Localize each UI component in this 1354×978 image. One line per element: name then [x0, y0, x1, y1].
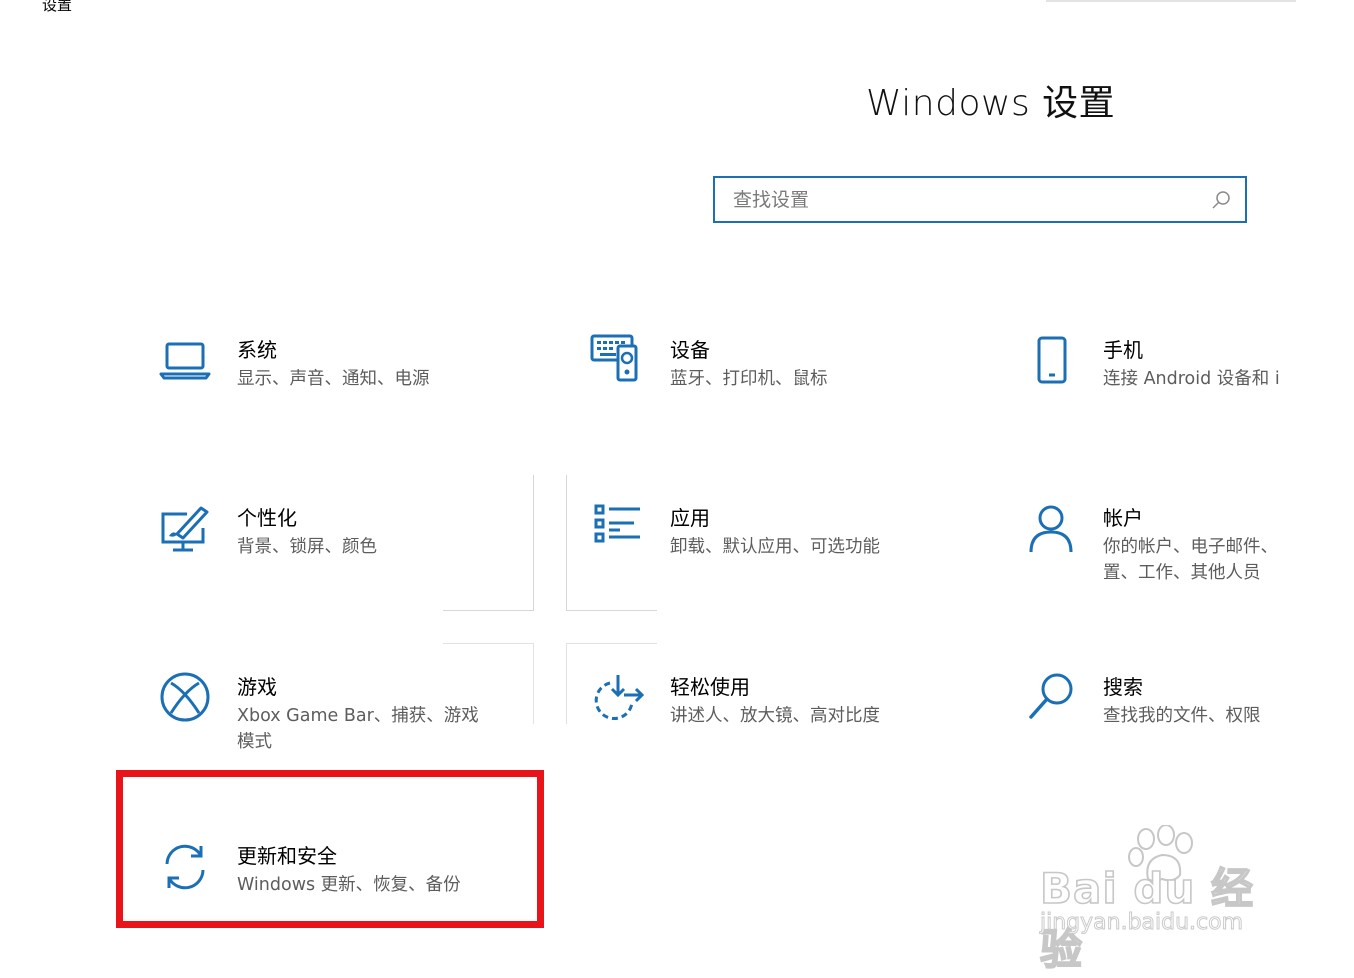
- tile-system[interactable]: 系统 显示、声音、通知、电源: [137, 322, 547, 472]
- apps-icon: [590, 500, 646, 556]
- xbox-icon: [157, 669, 213, 725]
- tile-title: 游戏: [237, 675, 277, 699]
- search-icon[interactable]: [1203, 182, 1239, 218]
- tile-title: 搜索: [1103, 675, 1143, 699]
- tile-title: 帐户: [1103, 506, 1143, 530]
- devices-icon: [590, 332, 646, 388]
- tile-subtitle: 背景、锁屏、颜色: [237, 537, 377, 557]
- tile-title: 手机: [1103, 338, 1143, 362]
- tile-ease-of-access[interactable]: 轻松使用 讲述人、放大镜、高对比度: [570, 659, 980, 809]
- tile-subtitle: 连接 Android 设备和 i: [1103, 369, 1280, 389]
- tile-title: 个性化: [237, 506, 297, 530]
- personalization-icon: [157, 500, 213, 556]
- phone-icon: [1023, 332, 1079, 388]
- tile-subtitle: 讲述人、放大镜、高对比度: [670, 706, 880, 726]
- tile-apps[interactable]: 应用 卸载、默认应用、可选功能: [570, 490, 980, 640]
- search-magnifier-icon: [1023, 669, 1079, 725]
- tile-phone[interactable]: 手机 连接 Android 设备和 i: [1003, 322, 1354, 472]
- tile-subtitle: 显示、声音、通知、电源: [237, 369, 430, 389]
- tile-subtitle: 卸载、默认应用、可选功能: [670, 537, 880, 557]
- tile-subtitle: Xbox Game Bar、捕获、游戏 模式: [237, 706, 479, 752]
- tile-title: 设备: [670, 338, 710, 362]
- tile-subtitle: 你的帐户、电子邮件、 置、工作、其他人员: [1103, 537, 1278, 583]
- search-input[interactable]: [715, 178, 1203, 221]
- highlight-annotation-box: [116, 770, 544, 928]
- laptop-icon: [157, 332, 213, 388]
- search-box[interactable]: [713, 176, 1247, 223]
- tile-subtitle: 查找我的文件、权限: [1103, 706, 1261, 726]
- title-bar-controls-edge: [1046, 0, 1296, 2]
- tile-title: 系统: [237, 338, 277, 362]
- tile-devices[interactable]: 设备 蓝牙、打印机、鼠标: [570, 322, 980, 472]
- watermark-url: jingyan.baidu.com: [1039, 910, 1244, 936]
- tile-accounts[interactable]: 帐户 你的帐户、电子邮件、 置、工作、其他人员: [1003, 490, 1354, 640]
- tile-search[interactable]: 搜索 查找我的文件、权限: [1003, 659, 1354, 809]
- window-title: 设置: [42, 0, 73, 14]
- tile-personalization[interactable]: 个性化 背景、锁屏、颜色: [137, 490, 547, 640]
- page-title: Windows 设置: [866, 83, 1116, 124]
- tile-title: 应用: [670, 506, 710, 530]
- ease-of-access-icon: [590, 669, 646, 725]
- tile-subtitle: 蓝牙、打印机、鼠标: [670, 369, 828, 389]
- person-icon: [1023, 500, 1079, 556]
- baidu-watermark: Bai du 经验 jingyan.baidu.com: [1036, 825, 1296, 975]
- tile-title: 轻松使用: [670, 675, 750, 699]
